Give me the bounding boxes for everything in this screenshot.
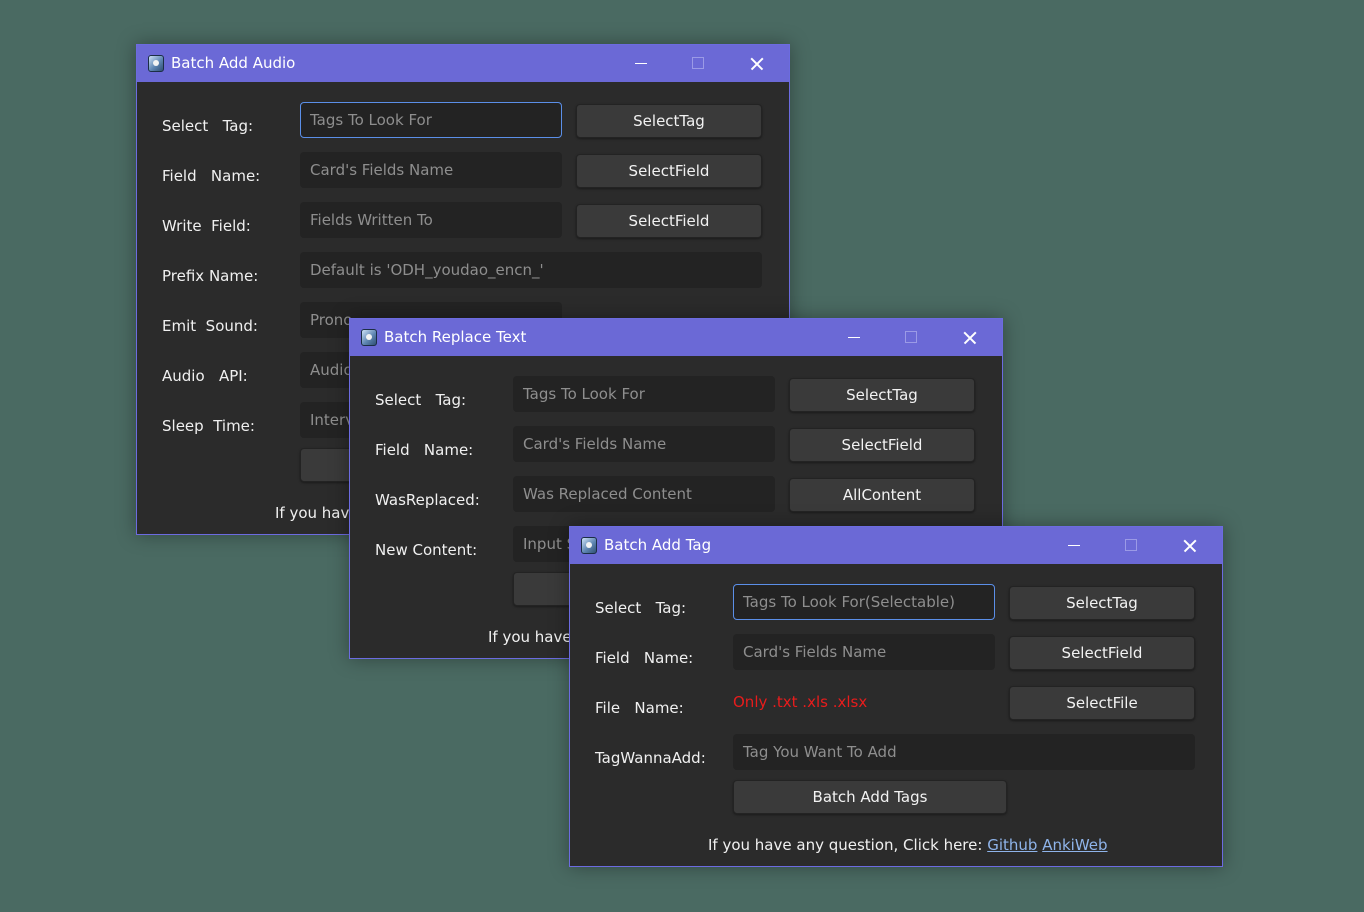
file-type-hint: Only .txt .xls .xlsx <box>733 693 868 711</box>
emit-sound-label: Emit Sound: <box>162 317 258 335</box>
window-title: Batch Replace Text <box>384 328 527 346</box>
replace-button[interactable] <box>513 572 573 606</box>
select-tag-button[interactable]: SelectTag <box>576 104 762 138</box>
field-name-label: Field Name: <box>595 649 694 667</box>
field-name-label: Field Name: <box>162 167 261 185</box>
tag-wanna-add-label: TagWannaAdd: <box>595 749 706 767</box>
tag-input[interactable]: Tags To Look For(Selectable) <box>733 584 995 620</box>
select-tag-button[interactable]: SelectTag <box>789 378 975 412</box>
close-icon[interactable] <box>950 319 990 356</box>
title-bar[interactable]: Batch Add Audio <box>137 45 789 82</box>
tag-to-add-input[interactable]: Tag You Want To Add <box>733 734 1195 770</box>
help-footer: If you have any question, Click here: Gi… <box>708 836 1108 854</box>
prefix-name-label: Prefix Name: <box>162 267 259 285</box>
maximize-icon[interactable] <box>891 319 931 356</box>
all-content-button[interactable]: AllContent <box>789 478 975 512</box>
audio-api-label: Audio API: <box>162 367 248 385</box>
help-text: If you have any question, Click here: <box>708 836 988 854</box>
maximize-icon[interactable] <box>678 45 718 82</box>
title-bar[interactable]: Batch Replace Text <box>350 319 1002 356</box>
select-write-field-button[interactable]: SelectField <box>576 204 762 238</box>
write-field-label: Write Field: <box>162 217 251 235</box>
help-footer: If you have <box>275 504 359 522</box>
field-name-input[interactable]: Card's Fields Name <box>513 426 775 462</box>
window-title: Batch Add Audio <box>171 54 296 72</box>
select-field-button[interactable]: SelectField <box>576 154 762 188</box>
window-title: Batch Add Tag <box>604 536 712 554</box>
close-icon[interactable] <box>737 45 777 82</box>
field-name-input[interactable]: Card's Fields Name <box>733 634 995 670</box>
write-field-input[interactable]: Fields Written To <box>300 202 562 238</box>
minimize-icon[interactable] <box>1054 527 1094 564</box>
minimize-icon[interactable] <box>834 319 874 356</box>
select-field-button[interactable]: SelectField <box>789 428 975 462</box>
select-tag-label: Select Tag: <box>162 117 254 135</box>
select-field-button[interactable]: SelectField <box>1009 636 1195 670</box>
tag-input[interactable]: Tags To Look For <box>300 102 562 138</box>
title-bar[interactable]: Batch Add Tag <box>570 527 1222 564</box>
select-file-button[interactable]: SelectFile <box>1009 686 1195 720</box>
github-link[interactable]: Github <box>987 836 1037 854</box>
minimize-icon[interactable] <box>621 45 661 82</box>
select-tag-button[interactable]: SelectTag <box>1009 586 1195 620</box>
field-name-input[interactable]: Card's Fields Name <box>300 152 562 188</box>
tag-input[interactable]: Tags To Look For <box>513 376 775 412</box>
sleep-time-label: Sleep Time: <box>162 417 255 435</box>
prefix-name-input[interactable]: Default is 'ODH_youdao_encn_' <box>300 252 762 288</box>
help-footer: If you have <box>488 628 572 646</box>
app-icon <box>361 329 377 346</box>
field-name-label: Field Name: <box>375 441 474 459</box>
file-name-label: File Name: <box>595 699 684 717</box>
select-tag-label: Select Tag: <box>375 391 467 409</box>
ankiweb-link[interactable]: AnkiWeb <box>1042 836 1107 854</box>
was-replaced-input[interactable]: Was Replaced Content <box>513 476 775 512</box>
close-icon[interactable] <box>1170 527 1210 564</box>
app-icon <box>148 55 164 72</box>
new-content-label: New Content: <box>375 541 478 559</box>
select-tag-label: Select Tag: <box>595 599 687 617</box>
maximize-icon[interactable] <box>1111 527 1151 564</box>
app-icon <box>581 537 597 554</box>
was-replaced-label: WasReplaced: <box>375 491 480 509</box>
batch-add-tag-window[interactable]: Batch Add Tag Select Tag: Field Name: Fi… <box>569 526 1223 867</box>
batch-add-tags-button[interactable]: Batch Add Tags <box>733 780 1007 814</box>
